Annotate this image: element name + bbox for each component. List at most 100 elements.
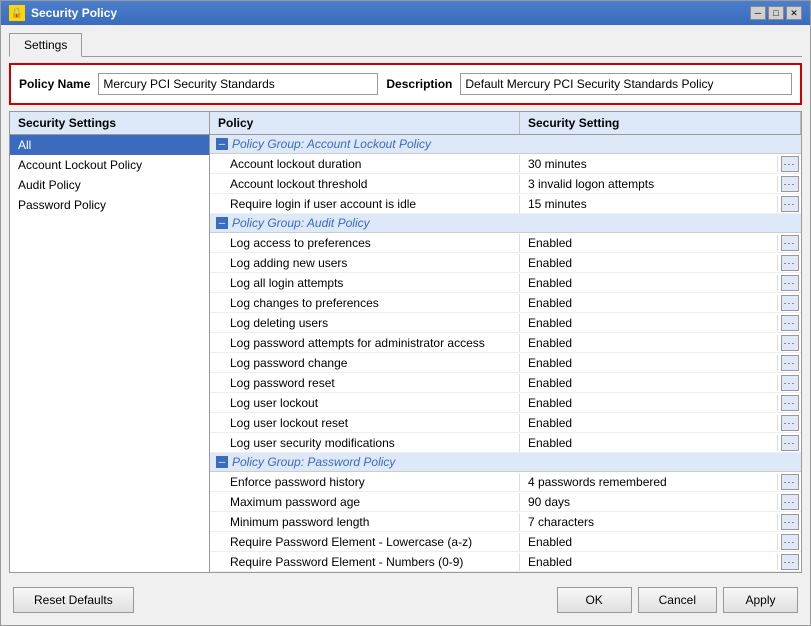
setting-cell: Enabled (520, 354, 777, 372)
dots-button[interactable]: ··· (781, 494, 799, 510)
dots-button[interactable]: ··· (781, 534, 799, 550)
setting-cell: Enabled (520, 334, 777, 352)
dots-button[interactable]: ··· (781, 435, 799, 451)
setting-cell: 15 minutes (520, 195, 777, 213)
policy-cell: Log password reset (210, 374, 520, 392)
group-audit: ─ Policy Group: Audit Policy (210, 214, 801, 233)
setting-cell: Enabled (520, 374, 777, 392)
setting-cell: 30 minutes (520, 155, 777, 173)
policy-name-input[interactable] (98, 73, 378, 95)
policy-cell: Require login if user account is idle (210, 195, 520, 213)
ok-button[interactable]: OK (557, 587, 632, 613)
security-settings-panel: Security Settings All Account Lockout Po… (10, 112, 210, 572)
table-row: Minimum password length 7 characters ··· (210, 512, 801, 532)
window-body: Settings Policy Name Description Securit… (1, 25, 810, 625)
setting-cell: Enabled (520, 434, 777, 452)
description-input[interactable] (460, 73, 792, 95)
window-icon: 🔒 (9, 5, 25, 21)
policy-cell: Maximum password age (210, 493, 520, 511)
setting-cell: Enabled (520, 553, 777, 571)
dots-button[interactable]: ··· (781, 176, 799, 192)
action-cell: ··· (777, 335, 801, 351)
action-cell: ··· (777, 355, 801, 371)
title-bar-left: 🔒 Security Policy (9, 5, 117, 21)
group-label-audit: Policy Group: Audit Policy (232, 216, 370, 230)
dots-button[interactable]: ··· (781, 514, 799, 530)
group-password: ─ Policy Group: Password Policy (210, 453, 801, 472)
restore-button[interactable]: □ (768, 6, 784, 20)
action-cell: ··· (777, 435, 801, 451)
dots-button[interactable]: ··· (781, 355, 799, 371)
action-cell: ··· (777, 275, 801, 291)
table-body[interactable]: ─ Policy Group: Account Lockout Policy A… (210, 135, 801, 572)
dots-button[interactable]: ··· (781, 395, 799, 411)
table-row: Account lockout threshold 3 invalid logo… (210, 174, 801, 194)
security-policy-window: 🔒 Security Policy ─ □ ✕ Settings Policy … (0, 0, 811, 626)
tab-settings[interactable]: Settings (9, 33, 82, 57)
dots-button[interactable]: ··· (781, 415, 799, 431)
group-label-account: Policy Group: Account Lockout Policy (232, 137, 431, 151)
action-cell: ··· (777, 395, 801, 411)
policy-cell: Require Password Element - Lowercase (a-… (210, 533, 520, 551)
reset-defaults-button[interactable]: Reset Defaults (13, 587, 134, 613)
dots-button[interactable]: ··· (781, 275, 799, 291)
table-row: Log user lockout reset Enabled ··· (210, 413, 801, 433)
sidebar-item-account-lockout[interactable]: Account Lockout Policy (10, 155, 209, 175)
dots-button[interactable]: ··· (781, 315, 799, 331)
title-bar: 🔒 Security Policy ─ □ ✕ (1, 1, 810, 25)
table-row: Log deleting users Enabled ··· (210, 313, 801, 333)
sidebar-item-all[interactable]: All (10, 135, 209, 155)
setting-cell: 7 characters (520, 513, 777, 531)
action-cell: ··· (777, 474, 801, 490)
action-cell: ··· (777, 514, 801, 530)
table-row: Log access to preferences Enabled ··· (210, 233, 801, 253)
action-cell: ··· (777, 235, 801, 251)
collapse-icon-audit[interactable]: ─ (216, 217, 228, 229)
policy-cell: Log password attempts for administrator … (210, 334, 520, 352)
title-buttons: ─ □ ✕ (750, 6, 802, 20)
setting-cell: Enabled (520, 414, 777, 432)
setting-cell: Enabled (520, 394, 777, 412)
dots-button[interactable]: ··· (781, 156, 799, 172)
table-row: Require Password Element - Lowercase (a-… (210, 532, 801, 552)
dots-button[interactable]: ··· (781, 335, 799, 351)
action-cell: ··· (777, 295, 801, 311)
cancel-button[interactable]: Cancel (638, 587, 717, 613)
action-cell: ··· (777, 255, 801, 271)
collapse-icon-password[interactable]: ─ (216, 456, 228, 468)
footer-left: Reset Defaults (13, 587, 134, 613)
action-cell: ··· (777, 176, 801, 192)
dots-button[interactable]: ··· (781, 554, 799, 570)
policy-cell: Log adding new users (210, 254, 520, 272)
policy-cell: Log changes to preferences (210, 294, 520, 312)
setting-cell: Enabled (520, 234, 777, 252)
table-row: Log adding new users Enabled ··· (210, 253, 801, 273)
policy-name-row: Policy Name Description (9, 63, 802, 105)
group-label-password: Policy Group: Password Policy (232, 455, 395, 469)
dots-button[interactable]: ··· (781, 255, 799, 271)
table-row: Require login if user account is idle 15… (210, 194, 801, 214)
apply-button[interactable]: Apply (723, 587, 798, 613)
policy-cell: Minimum password length (210, 513, 520, 531)
minimize-button[interactable]: ─ (750, 6, 766, 20)
dots-button[interactable]: ··· (781, 235, 799, 251)
table-row: Require Password Element - Numbers (0-9)… (210, 552, 801, 572)
close-button[interactable]: ✕ (786, 6, 802, 20)
policy-name-label: Policy Name (19, 77, 90, 91)
sidebar-item-audit[interactable]: Audit Policy (10, 175, 209, 195)
dots-button[interactable]: ··· (781, 375, 799, 391)
table-row: Log user security modifications Enabled … (210, 433, 801, 453)
table-row: Maximum password age 90 days ··· (210, 492, 801, 512)
policy-cell: Require Password Element - Numbers (0-9) (210, 553, 520, 571)
dots-button[interactable]: ··· (781, 474, 799, 490)
collapse-icon-account[interactable]: ─ (216, 138, 228, 150)
policy-cell: Account lockout threshold (210, 175, 520, 193)
sidebar-item-password[interactable]: Password Policy (10, 195, 209, 215)
security-settings-header: Security Settings (10, 112, 209, 135)
dots-button[interactable]: ··· (781, 196, 799, 212)
group-account-lockout: ─ Policy Group: Account Lockout Policy (210, 135, 801, 154)
window-title: Security Policy (31, 6, 117, 20)
dots-button[interactable]: ··· (781, 295, 799, 311)
table-row: Enforce password history 4 passwords rem… (210, 472, 801, 492)
th-policy: Policy (210, 112, 520, 134)
